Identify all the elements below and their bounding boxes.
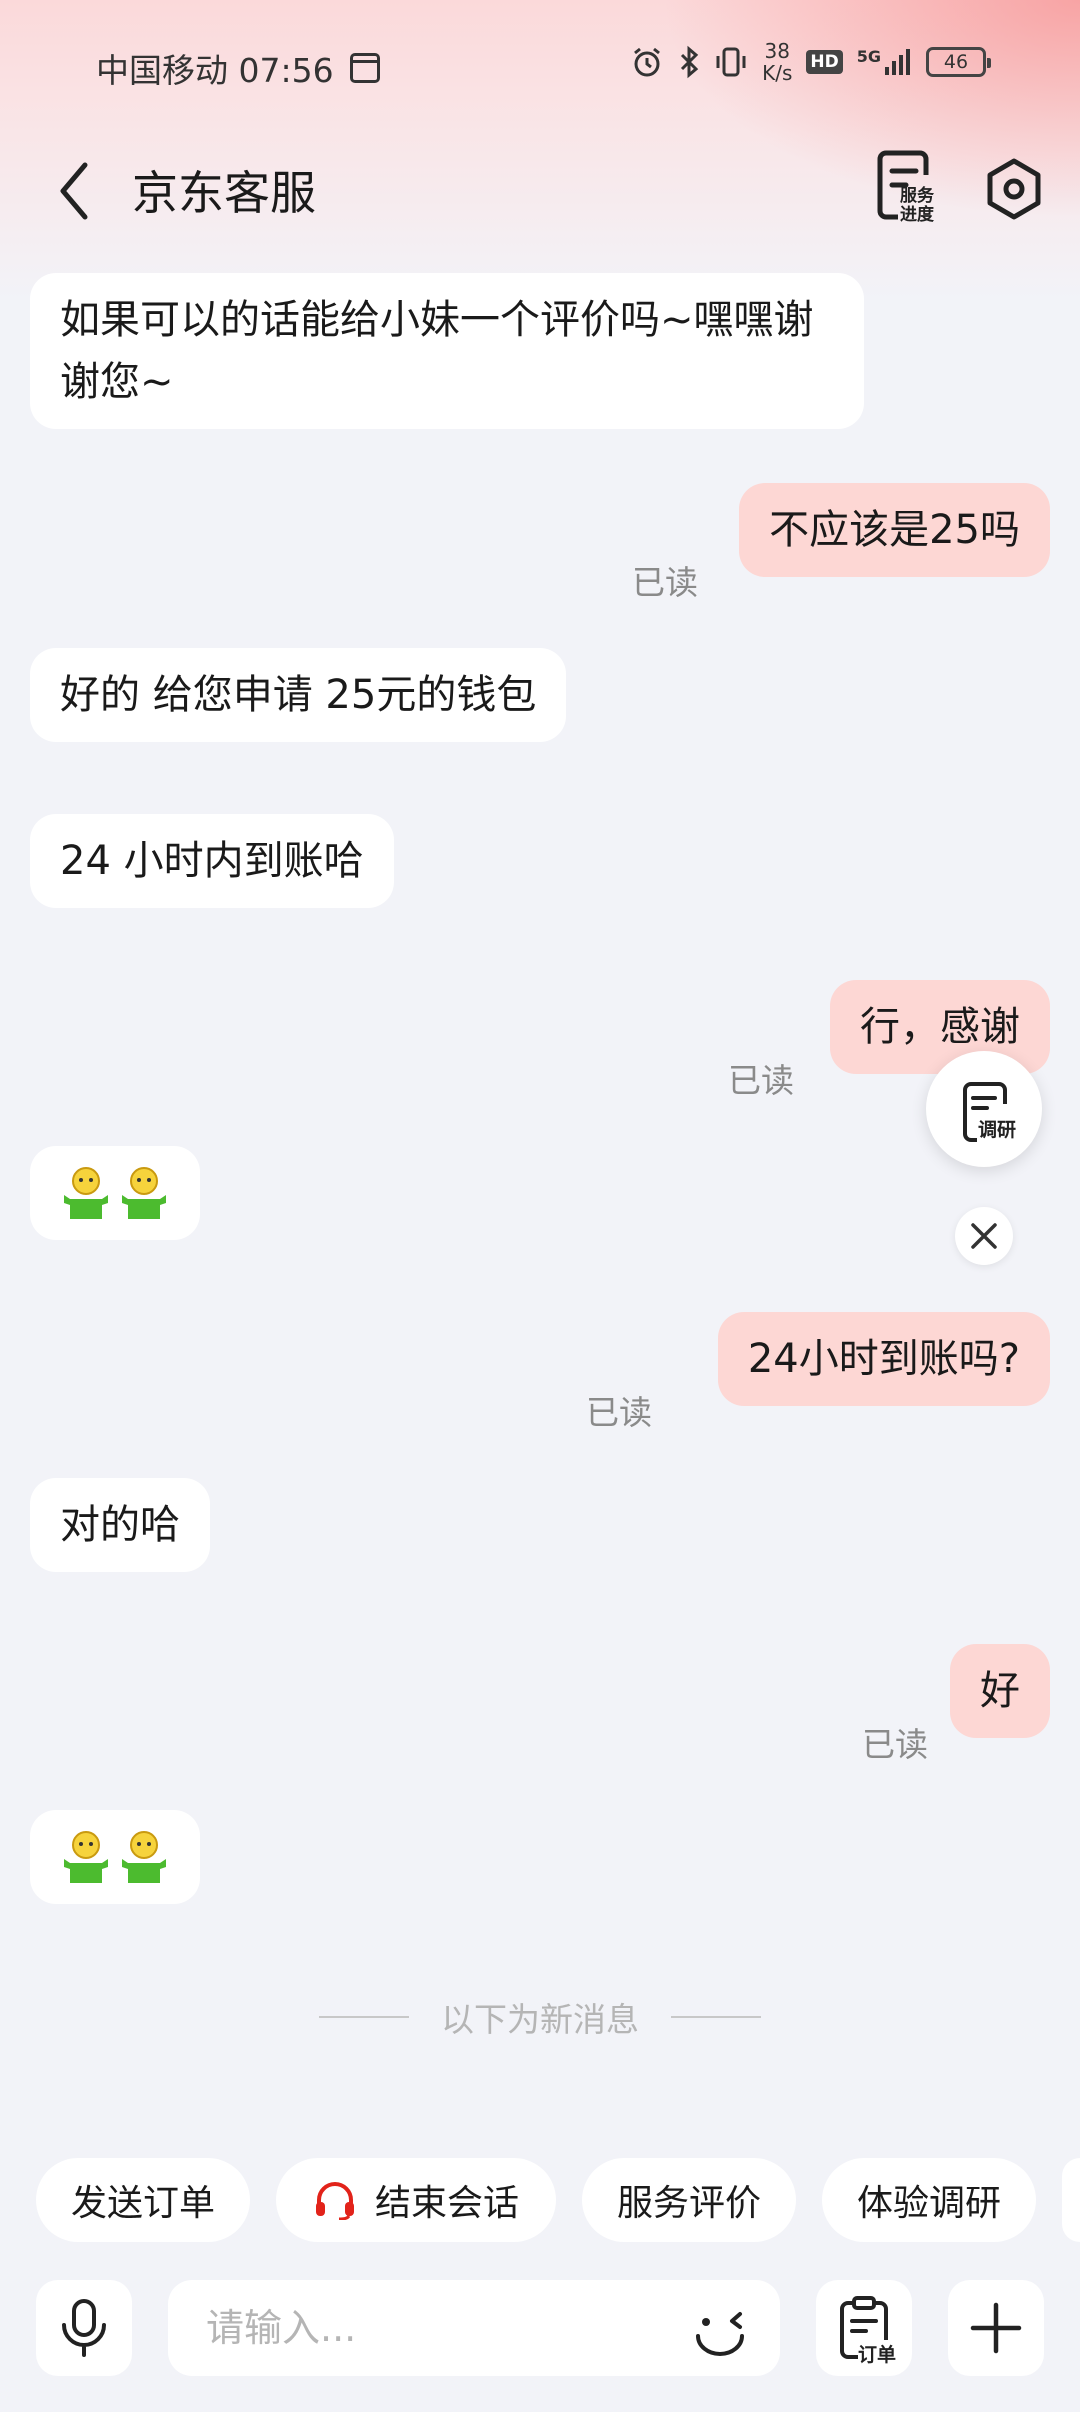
- read-receipt: 已读: [586, 1393, 652, 1432]
- message-bubble-incoming[interactable]: 24 小时内到账哈: [30, 814, 394, 908]
- message-text: 好: [980, 1668, 1020, 1714]
- service-rating-chip[interactable]: 服务评价: [582, 2158, 796, 2242]
- hugging-figure-emoji-icon: [122, 1167, 166, 1219]
- voice-input-button[interactable]: [36, 2280, 132, 2376]
- emoji-sticker: [60, 1162, 170, 1224]
- chat-header: 京东客服 服务 进度: [0, 135, 1080, 263]
- chevron-left-icon: [60, 162, 88, 220]
- more-chip-partial[interactable]: [1062, 2158, 1080, 2242]
- battery-level: 46: [943, 51, 969, 73]
- message-bubble-incoming[interactable]: 如果可以的话能给小妹一个评价吗~嘿嘿谢谢您~: [30, 273, 864, 429]
- experience-survey-chip[interactable]: 体验调研: [822, 2158, 1036, 2242]
- chip-label: 发送订单: [70, 2183, 215, 2224]
- wink-face-icon: [696, 2312, 744, 2356]
- message-text: 如果可以的话能给小妹一个评价吗~嘿嘿谢谢您~: [60, 297, 814, 405]
- status-left: 中国移动 07:56: [96, 44, 380, 92]
- battery-indicator: 46: [926, 47, 991, 77]
- hugging-figure-emoji-icon: [64, 1167, 108, 1219]
- survey-fab-label: 调研: [978, 1119, 1017, 1141]
- service-progress-label: 服务 进度: [900, 187, 934, 225]
- network-speed: 38 K/s: [762, 40, 792, 84]
- settings-button[interactable]: [982, 149, 1046, 229]
- service-progress-button[interactable]: 服务 进度: [872, 147, 952, 231]
- page-title: 京东客服: [132, 166, 316, 220]
- message-bubble-incoming[interactable]: [30, 1810, 200, 1904]
- divider-text: 以下为新消息: [441, 2000, 639, 2039]
- emoji-button[interactable]: [690, 2300, 750, 2360]
- divider-line: [319, 2016, 409, 2018]
- survey-close-button[interactable]: [955, 1207, 1013, 1265]
- signal-label: 5G: [856, 47, 881, 66]
- survey-floating-button[interactable]: 调研: [926, 1051, 1042, 1167]
- message-text: 24 小时内到账哈: [60, 838, 364, 884]
- end-session-chip[interactable]: 结束会话: [276, 2158, 556, 2242]
- chip-label: 服务评价: [616, 2183, 761, 2224]
- message-input-field[interactable]: [168, 2280, 780, 2376]
- quick-actions-bar: 发送订单 结束会话 服务评价 体验调研: [0, 2158, 1080, 2244]
- message-bubble-outgoing[interactable]: 不应该是25吗: [739, 483, 1050, 577]
- emoji-sticker: [60, 1826, 170, 1888]
- carrier-time: 中国移动 07:56: [96, 51, 334, 90]
- message-text: 对的哈: [60, 1502, 180, 1548]
- message-text-input[interactable]: [206, 2280, 676, 2376]
- network-speed-unit: K/s: [762, 61, 793, 85]
- back-button[interactable]: [44, 151, 104, 231]
- message-text: 24小时到账吗?: [747, 1336, 1020, 1382]
- vibrate-icon: [716, 47, 746, 77]
- message-text: 不应该是25吗: [769, 507, 1020, 553]
- order-button-label: 订单: [858, 2340, 897, 2367]
- chip-label: 结束会话: [374, 2183, 519, 2224]
- close-icon: [971, 1223, 997, 1249]
- microphone-icon: [62, 2299, 106, 2357]
- plus-button[interactable]: [948, 2280, 1044, 2376]
- read-receipt: 已读: [862, 1725, 928, 1764]
- message-bubble-outgoing[interactable]: 好: [950, 1644, 1050, 1738]
- divider-line: [671, 2016, 761, 2018]
- headset-icon: [315, 2182, 354, 2220]
- message-bubble-incoming[interactable]: 对的哈: [30, 1478, 210, 1572]
- service-progress-label-line1: 服务: [900, 186, 934, 206]
- service-progress-label-line2: 进度: [900, 205, 934, 225]
- hugging-figure-emoji-icon: [64, 1831, 108, 1883]
- signal-bars-icon: [885, 49, 910, 75]
- message-bubble-outgoing[interactable]: 24小时到账吗?: [717, 1312, 1050, 1406]
- plus-icon: [970, 2302, 1022, 2354]
- calendar-icon: [349, 53, 380, 83]
- message-input-bar: 订单: [0, 2278, 1080, 2378]
- chip-label: 体验调研: [856, 2183, 1001, 2224]
- send-order-chip[interactable]: 发送订单: [36, 2158, 250, 2242]
- message-bubble-outgoing[interactable]: 行，感谢: [830, 980, 1050, 1074]
- message-text: 行，感谢: [860, 1004, 1020, 1050]
- signal-indicator: 5G: [857, 47, 912, 77]
- hugging-figure-emoji-icon: [122, 1831, 166, 1883]
- message-bubble-incoming[interactable]: 好的 给您申请 25元的钱包: [30, 648, 567, 742]
- status-bar: 中国移动 07:56 38 K/s HD 5G 46: [0, 0, 1080, 135]
- message-text: 好的 给您申请 25元的钱包: [60, 672, 537, 718]
- settings-hexagon-icon: [987, 158, 1041, 220]
- bluetooth-icon: [681, 45, 699, 79]
- new-messages-divider: 以下为新消息: [0, 1993, 1080, 2041]
- network-speed-value: 38: [764, 39, 790, 63]
- message-bubble-incoming[interactable]: [30, 1146, 200, 1240]
- read-receipt: 已读: [632, 563, 698, 602]
- status-right: 38 K/s HD 5G 46: [630, 40, 991, 84]
- read-receipt: 已读: [728, 1061, 794, 1100]
- hd-badge: HD: [806, 50, 843, 74]
- order-button[interactable]: 订单: [816, 2280, 912, 2376]
- alarm-icon: [634, 47, 661, 77]
- chat-message-list[interactable]: 如果可以的话能给小妹一个评价吗~嘿嘿谢谢您~ 已读 不应该是25吗 好的 给您申…: [0, 263, 1080, 2113]
